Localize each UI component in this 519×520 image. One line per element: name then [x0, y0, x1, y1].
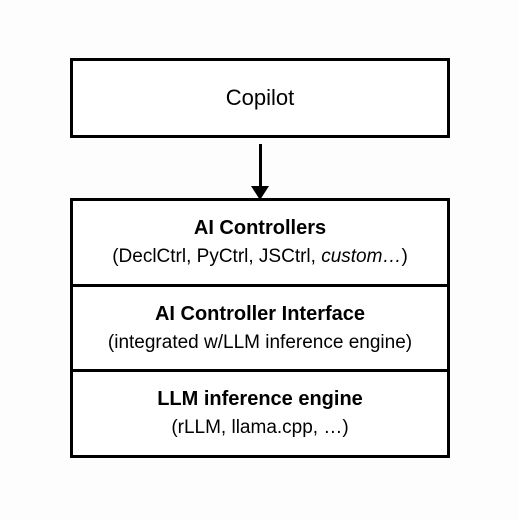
- architecture-diagram: Copilot AI Controllers (DeclCtrl, PyCtrl…: [70, 58, 450, 458]
- arrow-down-icon: [70, 138, 450, 198]
- copilot-label: Copilot: [226, 83, 294, 113]
- ai-controllers-title: AI Controllers: [83, 215, 437, 242]
- ai-controller-interface-title: AI Controller Interface: [83, 301, 437, 328]
- ai-controller-interface-box: AI Controller Interface (integrated w/LL…: [70, 284, 450, 373]
- llm-inference-engine-box: LLM inference engine (rLLM, llama.cpp, ……: [70, 369, 450, 458]
- llm-inference-engine-sub: (rLLM, llama.cpp, …): [83, 415, 437, 441]
- layer-stack: AI Controllers (DeclCtrl, PyCtrl, JSCtrl…: [70, 198, 450, 458]
- ai-controller-interface-sub: (integrated w/LLM inference engine): [83, 330, 437, 356]
- ai-controllers-box: AI Controllers (DeclCtrl, PyCtrl, JSCtrl…: [70, 198, 450, 287]
- ai-controllers-sub: (DeclCtrl, PyCtrl, JSCtrl, custom…): [83, 244, 437, 270]
- copilot-box: Copilot: [70, 58, 450, 138]
- llm-inference-engine-title: LLM inference engine: [83, 386, 437, 413]
